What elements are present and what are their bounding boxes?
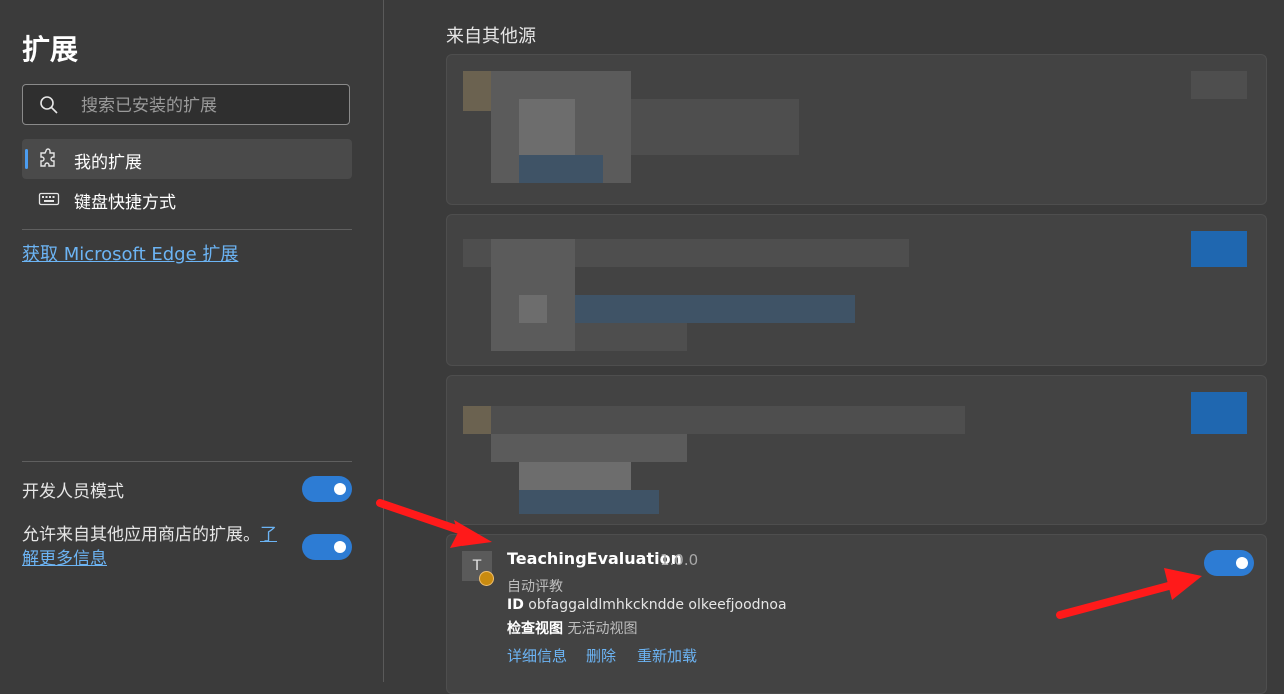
divider bbox=[22, 229, 352, 230]
obscured-block bbox=[519, 295, 547, 323]
extension-card-obscured bbox=[446, 214, 1267, 366]
extension-id-label: ID bbox=[507, 597, 524, 613]
sidebar: 扩展 我的扩展 键盘快捷方式 获取 Microsoft Edge 扩展 开发人员… bbox=[0, 0, 383, 682]
extension-card-obscured bbox=[446, 375, 1267, 525]
search-input[interactable] bbox=[79, 91, 343, 121]
active-indicator bbox=[25, 149, 28, 169]
obscured-block bbox=[519, 155, 603, 183]
learn-more-link[interactable]: 了 bbox=[260, 525, 277, 545]
developer-mode-toggle[interactable] bbox=[302, 476, 352, 502]
extension-version: 1.0.0 bbox=[660, 551, 699, 569]
divider bbox=[22, 461, 352, 462]
obscured-block bbox=[575, 295, 855, 323]
get-extensions-link[interactable]: 获取 Microsoft Edge 扩展 bbox=[22, 240, 238, 266]
extension-id-row: ID obfaggaldlmhkckndde olkeefjoodnoa bbox=[507, 597, 787, 613]
remove-link[interactable]: 删除 bbox=[586, 645, 616, 666]
obscured-block bbox=[631, 99, 799, 155]
keyboard-icon bbox=[38, 192, 60, 206]
allow-other-stores-toggle[interactable] bbox=[302, 534, 352, 560]
extension-card-obscured bbox=[446, 54, 1267, 205]
page-title: 扩展 bbox=[22, 33, 79, 66]
obscured-block bbox=[491, 406, 965, 434]
section-title: 来自其他源 bbox=[446, 26, 536, 47]
inspect-views-label: 检查视图 bbox=[507, 621, 563, 637]
obscured-toggle bbox=[1191, 71, 1247, 99]
obscured-toggle bbox=[1191, 392, 1247, 434]
obscured-block bbox=[463, 406, 491, 434]
extension-id-value: obfaggaldlmhkckndde olkeefjoodnoa bbox=[528, 597, 787, 613]
extension-enable-toggle[interactable] bbox=[1204, 550, 1254, 576]
search-box[interactable] bbox=[22, 84, 350, 125]
extension-inspect-row: 检查视图 无活动视图 bbox=[507, 618, 637, 638]
developer-badge-icon bbox=[479, 571, 494, 586]
obscured-block bbox=[519, 490, 659, 514]
reload-link[interactable]: 重新加载 bbox=[637, 645, 697, 666]
extension-name: TeachingEvaluation bbox=[507, 549, 682, 568]
details-link[interactable]: 详细信息 bbox=[507, 645, 567, 666]
nav-item-label: 我的扩展 bbox=[74, 153, 142, 173]
obscured-block bbox=[463, 71, 491, 111]
obscured-toggle bbox=[1191, 231, 1247, 267]
obscured-block bbox=[519, 462, 631, 490]
obscured-block bbox=[519, 99, 575, 155]
puzzle-icon bbox=[40, 148, 55, 167]
extension-description: 自动评教 bbox=[507, 579, 563, 595]
sidebar-divider bbox=[383, 0, 384, 682]
inspect-views-value: 无活动视图 bbox=[567, 621, 638, 637]
nav-item-my-extensions[interactable]: 我的扩展 bbox=[22, 139, 352, 179]
nav-item-keyboard-shortcuts[interactable]: 键盘快捷方式 bbox=[22, 179, 352, 219]
obscured-block bbox=[491, 434, 687, 462]
search-icon bbox=[40, 96, 58, 114]
nav-item-label: 键盘快捷方式 bbox=[74, 193, 176, 213]
obscured-block bbox=[575, 323, 687, 351]
developer-mode-label: 开发人员模式 bbox=[22, 482, 124, 502]
allow-other-stores-text: 允许来自其他应用商店的扩展。了 解更多信息 bbox=[22, 523, 294, 571]
learn-more-link-cont[interactable]: 解更多信息 bbox=[22, 549, 107, 569]
allow-other-stores-label: 允许来自其他应用商店的扩展。 bbox=[22, 525, 260, 545]
